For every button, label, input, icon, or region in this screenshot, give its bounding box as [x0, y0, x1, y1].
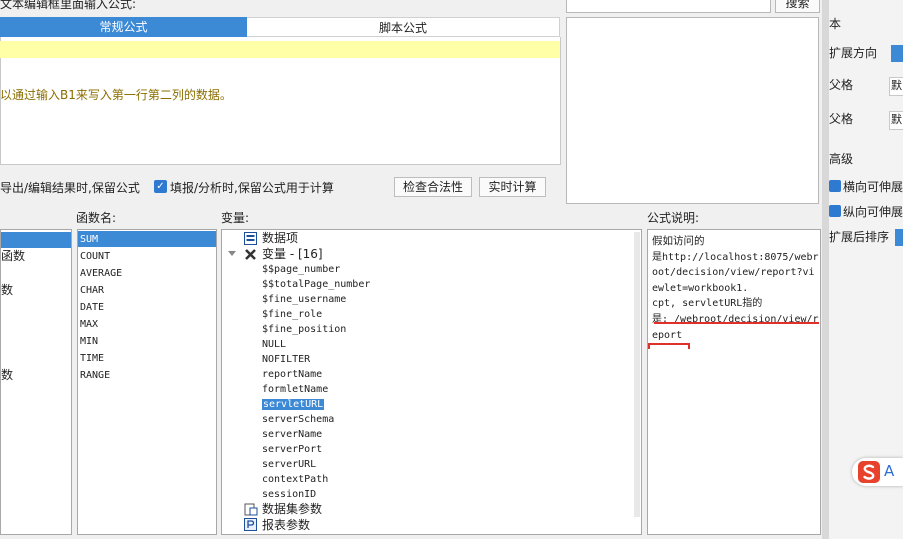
list-item[interactable]: MIN — [80, 333, 98, 350]
list-item[interactable]: COUNT — [80, 248, 110, 265]
formula-input-label: 文本编辑框里面输入公式: — [0, 0, 137, 11]
fill-keep-formula-checkbox[interactable]: ✓ — [154, 180, 167, 193]
realtime-calc-button[interactable]: 实时计算 — [479, 177, 546, 197]
parent-cell-label: 父格 — [829, 78, 854, 92]
tree-node-data-items[interactable]: 数据项 — [262, 231, 298, 246]
tab-script-formula[interactable]: 脚本公式 — [247, 17, 560, 37]
variable-item[interactable]: formletName — [262, 382, 328, 397]
horizontal-expand-label: 横向可伸展 — [843, 180, 903, 194]
list-item[interactable]: DATE — [80, 299, 104, 316]
annotation-underline — [654, 322, 819, 324]
chevron-down-icon[interactable] — [228, 251, 236, 257]
variable-scrollbar[interactable] — [634, 232, 640, 517]
current-line-highlight — [0, 41, 560, 58]
variable-item[interactable]: $$totalPage_number — [262, 277, 370, 292]
tree-node-report-params[interactable]: 报表参数 — [262, 518, 310, 533]
function-name-header: 函数名: — [76, 211, 117, 225]
editor-hint-text: 以通过输入B1来写入第一行第二列的数据。 — [0, 88, 232, 102]
expand-direction-label: 扩展方向 — [829, 46, 878, 60]
variable-item[interactable]: NULL — [262, 337, 286, 352]
ime-mode-indicator[interactable]: A — [884, 462, 894, 480]
variable-item[interactable]: $fine_username — [262, 292, 346, 307]
export-keep-formula-label: 导出/编辑结果时,保留公式 — [0, 181, 140, 195]
variable-item[interactable]: $fine_position — [262, 322, 346, 337]
tree-node-dataset-params[interactable]: 数据集参数 — [262, 502, 322, 517]
list-item[interactable]: MAX — [80, 316, 98, 333]
tab-general-formula[interactable]: 常规公式 — [0, 17, 247, 37]
description-line: 是http://localhost:8075/webroot/decision/… — [652, 251, 819, 294]
search-button[interactable]: 搜索 — [775, 0, 820, 13]
variable-item[interactable]: sessionID — [262, 487, 316, 502]
description-line: cpt, servletURL指的 — [652, 298, 763, 310]
description-header: 公式说明: — [647, 211, 700, 225]
function-category-list[interactable]: 函数 数 数 — [0, 229, 72, 535]
vertical-expand-checkbox[interactable] — [829, 205, 841, 217]
variable-item[interactable]: $fine_role — [262, 307, 322, 322]
variable-item[interactable]: reportName — [262, 367, 322, 382]
list-item[interactable]: 数 — [1, 282, 13, 298]
annotation-underline — [648, 343, 690, 349]
vertical-expand-label: 纵向可伸展 — [843, 205, 903, 219]
variable-item[interactable]: $$page_number — [262, 262, 340, 277]
parent-cell-select[interactable]: 默 — [889, 111, 903, 130]
list-item[interactable]: 数 — [1, 367, 13, 383]
list-item[interactable]: TIME — [80, 350, 104, 367]
sogou-logo-icon — [858, 461, 880, 483]
search-input[interactable] — [566, 0, 771, 13]
variable-item[interactable]: serverName — [262, 427, 322, 442]
data-items-icon — [244, 232, 257, 245]
variable-item[interactable]: contextPath — [262, 472, 328, 487]
variable-group-icon — [245, 249, 256, 260]
description-text: 假如访问的 是http://localhost:8075/webroot/dec… — [652, 234, 820, 343]
list-item[interactable]: RANGE — [80, 367, 110, 384]
sort-after-expand-label: 扩展后排序 — [829, 230, 890, 244]
check-validity-button[interactable]: 检查合法性 — [394, 177, 472, 197]
variable-item[interactable]: serverSchema — [262, 412, 334, 427]
list-item[interactable]: SUM — [80, 231, 98, 248]
advanced-section-label: 高级 — [829, 152, 854, 166]
dataset-params-icon — [244, 503, 258, 516]
description-line: 是: /webroot/decision/view/report — [652, 313, 819, 341]
report-params-icon — [244, 518, 257, 531]
variable-tree[interactable]: 数据项 变量 - [16] $$page_number $$totalPage_… — [221, 229, 642, 535]
selected-row-highlight — [78, 231, 216, 247]
variable-item[interactable]: serverURL — [262, 457, 316, 472]
fill-keep-formula-label: 填报/分析时,保留公式用于计算 — [170, 181, 334, 195]
formula-description-panel: 假如访问的 是http://localhost:8075/webroot/dec… — [647, 229, 821, 535]
tree-node-variables[interactable]: 变量 - [16] — [262, 247, 323, 262]
window-divider — [822, 0, 829, 539]
list-item[interactable] — [1, 232, 71, 248]
variable-item[interactable]: serverPort — [262, 442, 322, 457]
selected-variable[interactable]: servletURL — [262, 399, 325, 410]
list-item[interactable]: 函数 — [1, 248, 25, 264]
function-name-list[interactable]: SUM COUNT AVERAGE CHAR DATE MAX MIN TIME… — [77, 229, 217, 535]
search-results-panel[interactable] — [566, 17, 819, 204]
ime-toolbar[interactable]: A — [852, 458, 903, 486]
variable-item[interactable]: NOFILTER — [262, 352, 310, 367]
horizontal-expand-checkbox[interactable] — [829, 180, 841, 192]
section-header: 本 — [829, 17, 842, 31]
parent-cell-select[interactable]: 默 — [889, 77, 903, 96]
description-line: 假如访问的 — [652, 235, 705, 247]
variable-item-selected[interactable]: servletURL — [262, 397, 325, 412]
variables-header: 变量: — [221, 211, 250, 225]
sort-after-expand-button[interactable] — [895, 229, 903, 246]
list-item[interactable]: CHAR — [80, 282, 104, 299]
expand-direction-button[interactable] — [891, 45, 903, 62]
list-item[interactable]: AVERAGE — [80, 265, 122, 282]
parent-cell-label: 父格 — [829, 112, 854, 126]
